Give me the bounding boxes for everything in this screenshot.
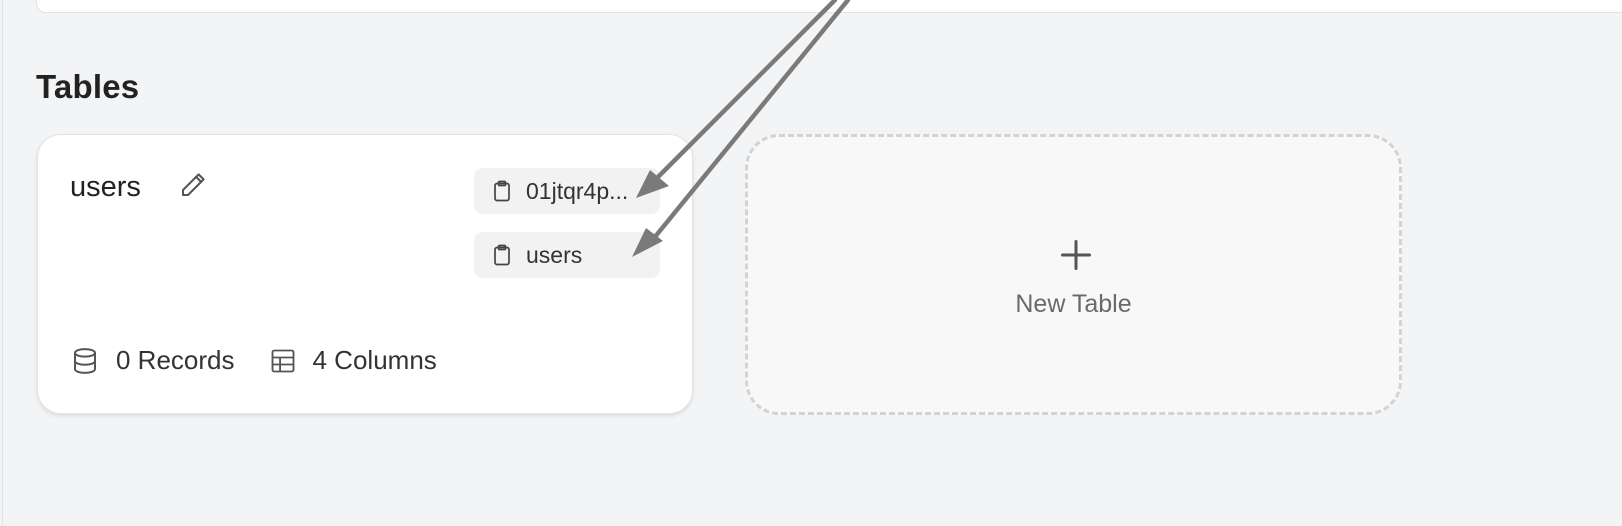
columns-stat: 4 Columns: [269, 345, 437, 376]
plus-icon: [1061, 240, 1091, 270]
table-card[interactable]: users 01jtqr4p... users 0 Records 4 Colu…: [37, 134, 693, 414]
copy-table-name-chip[interactable]: users: [474, 232, 660, 278]
table-grid-icon: [271, 349, 294, 372]
columns-count: 4 Columns: [312, 345, 437, 375]
records-count: 0 Records: [116, 345, 235, 375]
copy-table-id-chip[interactable]: 01jtqr4p...: [474, 168, 660, 214]
clipboard-icon: [494, 180, 510, 202]
left-divider: [2, 0, 3, 526]
records-stat: 0 Records: [70, 345, 235, 376]
new-table-card[interactable]: New Table: [745, 134, 1402, 415]
new-table-label: New Table: [1015, 290, 1132, 318]
clipboard-icon: [494, 244, 510, 266]
database-icon: [74, 347, 96, 374]
table-slug-text: users: [526, 241, 583, 268]
table-stats: 0 Records 4 Columns: [70, 345, 471, 376]
table-id-text: 01jtqr4p...: [526, 177, 629, 204]
section-title: Tables: [36, 68, 140, 105]
table-name: users: [70, 171, 141, 203]
top-panel: [36, 0, 1622, 13]
pencil-icon: [182, 173, 205, 196]
edit-table-name-button[interactable]: [176, 168, 210, 202]
